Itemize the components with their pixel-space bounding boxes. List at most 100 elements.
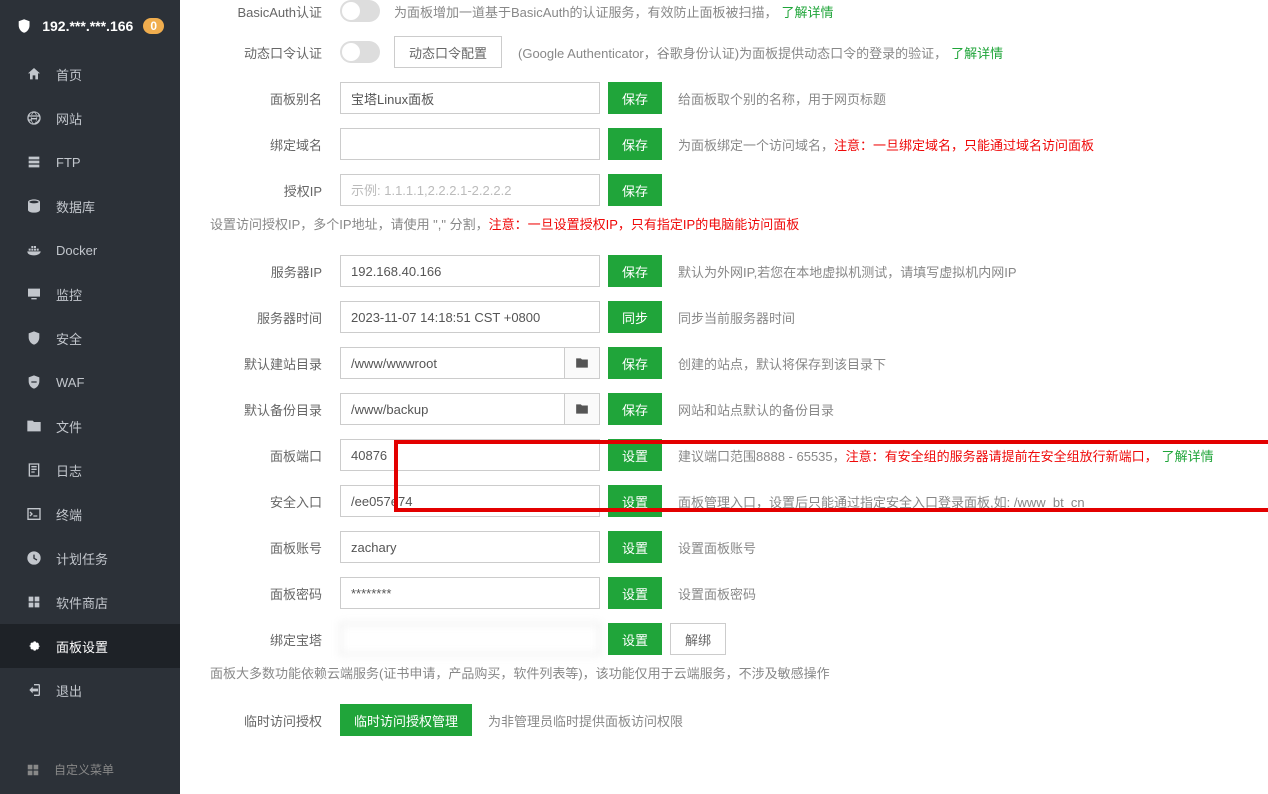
sidebar-item-docker[interactable]: Docker <box>0 228 180 272</box>
port-link[interactable]: 了解详情 <box>1162 449 1214 464</box>
domain-input[interactable] <box>340 128 600 160</box>
sidebar-item-label: 安全 <box>56 329 82 348</box>
bindbt-input[interactable] <box>340 623 600 655</box>
notification-badge[interactable]: 0 <box>143 18 164 34</box>
sidebar-item-ftp[interactable]: FTP <box>0 140 180 184</box>
ftp-icon <box>26 154 42 170</box>
sidebar-item-monitor[interactable]: 监控 <box>0 272 180 316</box>
sidebar: 192.***.***.166 0 首页网站 FTP数据库 Docker 监控安全 WA… <box>0 0 180 794</box>
sidebar-item-globe[interactable]: 网站 <box>0 96 180 140</box>
alias-input[interactable] <box>340 82 600 114</box>
backupdir-save[interactable]: 保存 <box>608 393 662 425</box>
docker-icon <box>26 242 42 258</box>
sitedir-browse[interactable] <box>564 347 600 379</box>
sidebar-item-label: 计划任务 <box>56 549 108 568</box>
sidebar-ip: 192.***.***.166 <box>42 18 133 34</box>
bindbt-set[interactable]: 设置 <box>608 623 662 655</box>
sidebar-item-label: WAF <box>56 375 84 390</box>
port-label: 面板端口 <box>210 446 340 465</box>
servertime-help: 同步当前服务器时间 <box>678 308 795 327</box>
sidebar-item-label: 网站 <box>56 109 82 128</box>
dynamic-help: (Google Authenticator，谷歌身份认证)为面板提供动态口令的登… <box>518 46 947 61</box>
basicauth-link[interactable]: 了解详情 <box>782 5 834 20</box>
apps-icon <box>26 594 42 610</box>
serverip-label: 服务器IP <box>210 262 340 281</box>
authip-note: 设置访问授权IP，多个IP地址，请使用 "," 分割， <box>210 217 489 232</box>
bindbt-label: 绑定宝塔 <box>210 630 340 649</box>
dynamic-config-button[interactable]: 动态口令配置 <box>394 36 502 68</box>
dynamic-label: 动态口令认证 <box>210 43 340 62</box>
sidebar-header: 192.***.***.166 0 <box>0 0 180 52</box>
sidebar-item-folder[interactable]: 文件 <box>0 404 180 448</box>
basicauth-help: 为面板增加一道基于BasicAuth的认证服务，有效防止面板被扫描， <box>394 5 778 20</box>
account-input[interactable] <box>340 531 600 563</box>
sidebar-item-label: 首页 <box>56 65 82 84</box>
footer: 宝塔Linux面板 ©2014-2023 广东堡塔安全技术有限公司 (bt.cn… <box>180 780 1268 794</box>
dynamic-link[interactable]: 了解详情 <box>951 46 1003 61</box>
port-set[interactable]: 设置 <box>608 439 662 471</box>
sitedir-save[interactable]: 保存 <box>608 347 662 379</box>
basicauth-toggle[interactable] <box>340 0 380 22</box>
sidebar-item-label: 终端 <box>56 505 82 524</box>
sidebar-item-label: Docker <box>56 243 97 258</box>
domain-help: 为面板绑定一个访问域名， <box>678 138 834 153</box>
account-help: 设置面板账号 <box>678 538 756 557</box>
serverip-save[interactable]: 保存 <box>608 255 662 287</box>
main-content: BasicAuth认证 为面板增加一道基于BasicAuth的认证服务，有效防止… <box>180 0 1268 794</box>
sidebar-item-cron[interactable]: 计划任务 <box>0 536 180 580</box>
alias-help: 给面板取个别的名称，用于网页标题 <box>678 89 886 108</box>
sidebar-item-label: 软件商店 <box>56 593 108 612</box>
sidebar-item-db[interactable]: 数据库 <box>0 184 180 228</box>
servertime-sync[interactable]: 同步 <box>608 301 662 333</box>
sidebar-item-label: 文件 <box>56 417 82 436</box>
shield-icon <box>26 330 42 346</box>
sidebar-item-gear[interactable]: 面板设置 <box>0 624 180 668</box>
port-input[interactable] <box>340 439 600 471</box>
tempauth-label: 临时访问授权 <box>210 711 340 730</box>
authip-label: 授权IP <box>210 181 340 200</box>
sidebar-item-log[interactable]: 日志 <box>0 448 180 492</box>
backupdir-label: 默认备份目录 <box>210 400 340 419</box>
sidebar-item-shield[interactable]: 安全 <box>0 316 180 360</box>
port-warn: 注意：有安全组的服务器请提前在安全组放行新端口， <box>846 449 1158 464</box>
sidebar-item-label: 面板设置 <box>56 637 108 656</box>
home-icon <box>26 66 42 82</box>
sidebar-item-terminal[interactable]: 终端 <box>0 492 180 536</box>
sitedir-input[interactable] <box>340 347 564 379</box>
entrance-set[interactable]: 设置 <box>608 485 662 517</box>
bindbt-unbind[interactable]: 解绑 <box>670 623 726 655</box>
domain-label: 绑定域名 <box>210 135 340 154</box>
sitedir-label: 默认建站目录 <box>210 354 340 373</box>
backupdir-browse[interactable] <box>564 393 600 425</box>
account-set[interactable]: 设置 <box>608 531 662 563</box>
serverip-input[interactable] <box>340 255 600 287</box>
dynamic-toggle[interactable] <box>340 41 380 63</box>
cron-icon <box>26 550 42 566</box>
password-set[interactable]: 设置 <box>608 577 662 609</box>
password-help: 设置面板密码 <box>678 584 756 603</box>
log-icon <box>26 462 42 478</box>
password-input[interactable] <box>340 577 600 609</box>
authip-warn: 注意：一旦设置授权IP，只有指定IP的电脑能访问面板 <box>489 217 800 232</box>
authip-input[interactable] <box>340 174 600 206</box>
tempauth-button[interactable]: 临时访问授权管理 <box>340 704 472 736</box>
sidebar-item-waf[interactable]: WAF <box>0 360 180 404</box>
backupdir-help: 网站和站点默认的备份目录 <box>678 400 834 419</box>
serverip-help: 默认为外网IP,若您在本地虚拟机测试，请填写虚拟机内网IP <box>678 262 1017 281</box>
domain-save[interactable]: 保存 <box>608 128 662 160</box>
servertime-label: 服务器时间 <box>210 308 340 327</box>
authip-save[interactable]: 保存 <box>608 174 662 206</box>
waf-icon <box>26 374 42 390</box>
folder-icon <box>574 356 590 370</box>
servertime-input[interactable] <box>340 301 600 333</box>
exit-icon <box>26 682 42 698</box>
alias-save[interactable]: 保存 <box>608 82 662 114</box>
sidebar-item-home[interactable]: 首页 <box>0 52 180 96</box>
backupdir-input[interactable] <box>340 393 564 425</box>
sidebar-item-label: 退出 <box>56 681 82 700</box>
shield-icon <box>16 17 32 35</box>
custom-menu-button[interactable]: 自定义菜单 <box>0 745 180 794</box>
sidebar-item-apps[interactable]: 软件商店 <box>0 580 180 624</box>
entrance-input[interactable] <box>340 485 600 517</box>
sidebar-item-exit[interactable]: 退出 <box>0 668 180 712</box>
